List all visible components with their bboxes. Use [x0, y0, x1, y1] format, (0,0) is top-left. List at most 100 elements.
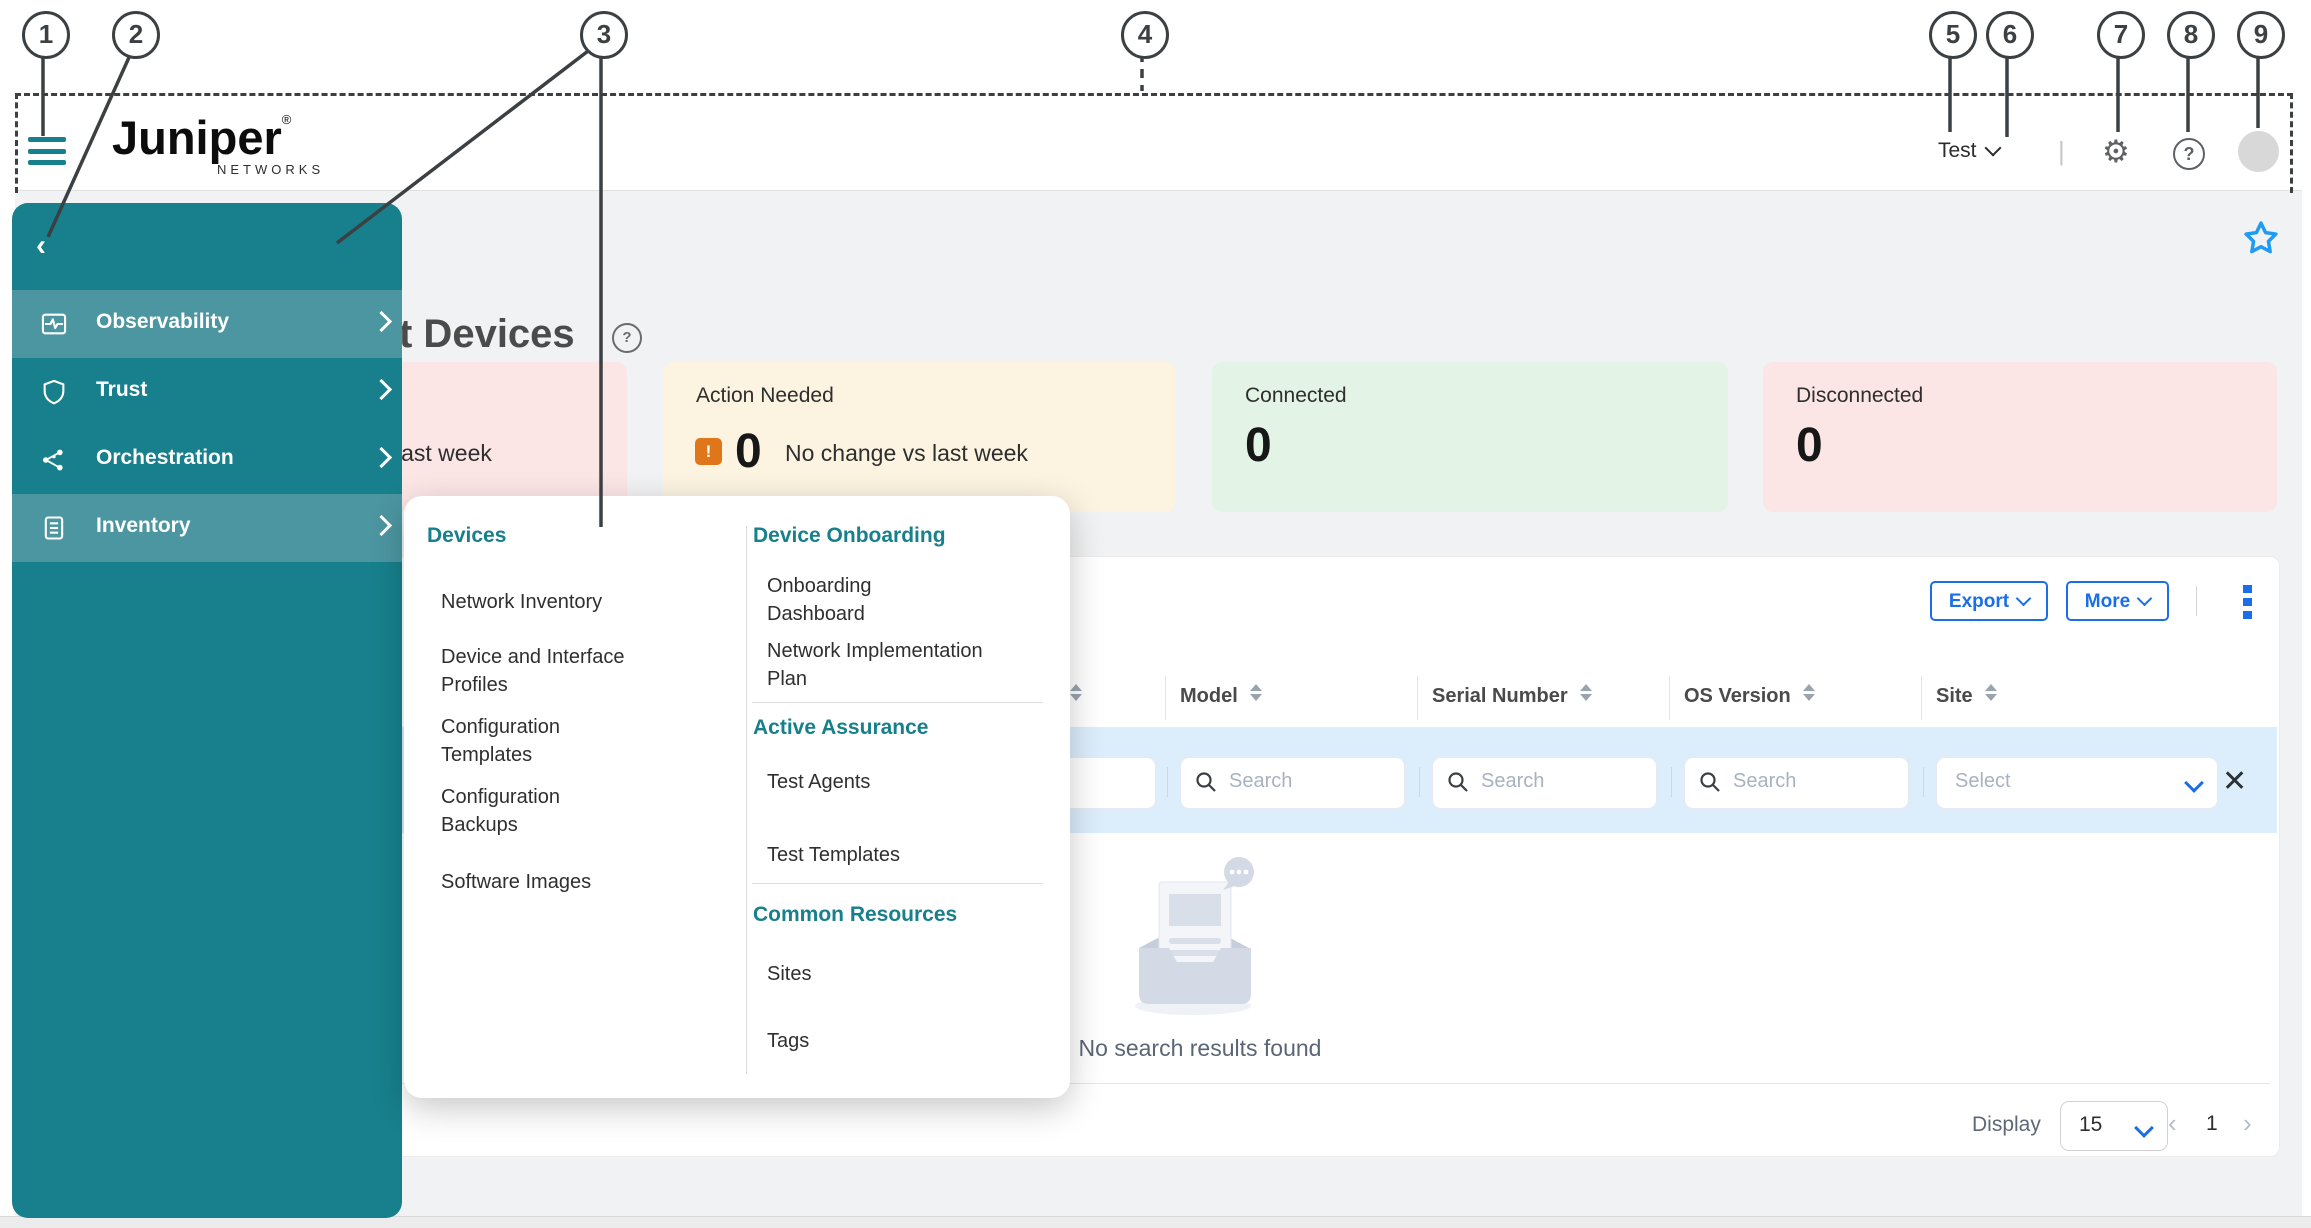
shield-icon — [43, 379, 65, 405]
flyout-item-onboarding-dashboard[interactable]: Onboarding Dashboard — [767, 572, 932, 628]
column-header-serial-number[interactable]: Serial Number — [1432, 684, 1592, 708]
flyout-header-device-onboarding[interactable]: Device Onboarding — [753, 524, 946, 548]
column-divider — [1921, 676, 1922, 720]
display-label: Display — [1972, 1113, 2041, 1136]
prev-page-button[interactable]: ‹ — [2168, 1108, 2177, 1139]
flyout-header-active-assurance[interactable]: Active Assurance — [753, 716, 928, 740]
registered-mark: ® — [281, 112, 292, 127]
flyout-item-software-images[interactable]: Software Images — [441, 868, 691, 896]
callout-2: 2 — [112, 11, 160, 59]
column-header-hidden-sort[interactable] — [1070, 684, 1082, 707]
settings-gear-icon[interactable]: ⚙ — [2102, 135, 2130, 169]
hamburger-menu-icon[interactable] — [28, 137, 66, 165]
search-placeholder: Search — [1481, 770, 1545, 792]
sidebar-item-label: Orchestration — [96, 446, 234, 469]
empty-state-message: No search results found — [1078, 1035, 1322, 1061]
search-input-hidden-column[interactable] — [1062, 757, 1156, 809]
empty-state-illustration — [1135, 857, 1254, 1015]
callout-8: 8 — [2167, 11, 2215, 59]
column-header-model[interactable]: Model — [1180, 684, 1262, 708]
hidden-card-fragment: last week — [396, 440, 492, 466]
flyout-column-divider — [746, 526, 747, 1074]
search-placeholder: Search — [1733, 770, 1797, 792]
sort-icon[interactable] — [1579, 684, 1592, 701]
sort-icon[interactable] — [1249, 684, 1262, 701]
filter-separator — [1419, 767, 1420, 797]
inventory-icon — [44, 516, 64, 540]
org-chevron-down-icon[interactable] — [1984, 139, 2002, 157]
more-chevron-down-icon — [2136, 590, 2153, 607]
juniper-wordmark: Juniper — [112, 111, 282, 164]
chevron-right-icon — [370, 446, 393, 469]
warning-icon: ! — [695, 438, 722, 465]
header-separator: | — [2058, 136, 2065, 166]
search-input-model[interactable]: Search — [1180, 757, 1405, 809]
next-page-button[interactable]: › — [2243, 1108, 2252, 1139]
search-placeholder: Search — [1229, 770, 1293, 792]
sidebar-item-observability[interactable]: Observability — [12, 290, 402, 358]
org-switcher[interactable]: Test — [1938, 139, 2002, 163]
flyout-item-test-agents[interactable]: Test Agents — [767, 768, 997, 796]
filter-separator — [1923, 767, 1924, 797]
action-needed-count: 0 — [735, 425, 762, 478]
column-divider — [1417, 676, 1418, 720]
flyout-section-divider — [752, 702, 1043, 703]
kebab-menu-icon[interactable] — [2243, 585, 2252, 619]
page-size-select[interactable]: 15 — [2060, 1101, 2168, 1151]
sidebar-item-trust[interactable]: Trust — [12, 358, 402, 426]
callout-3: 3 — [580, 11, 628, 59]
chevron-right-icon — [370, 378, 393, 401]
flyout-item-tags[interactable]: Tags — [767, 1027, 997, 1055]
callout-7: 7 — [2097, 11, 2145, 59]
search-input-serial-number[interactable]: Search — [1432, 757, 1657, 809]
orchestration-icon — [43, 449, 63, 471]
sort-icon[interactable] — [1984, 684, 1997, 701]
sort-icon[interactable] — [1802, 684, 1815, 701]
flyout-item-test-templates[interactable]: Test Templates — [767, 841, 997, 869]
connected-count: 0 — [1245, 419, 1272, 472]
column-header-site[interactable]: Site — [1936, 684, 1997, 708]
site-select-dropdown[interactable]: Select — [1936, 757, 2218, 809]
sidebar: ‹ Observability Trust Orchestration Inve… — [12, 203, 402, 1218]
clear-filters-icon[interactable]: ✕ — [2222, 764, 2247, 799]
action-needed-delta: No change vs last week — [785, 440, 1028, 466]
favorite-star-icon[interactable] — [2242, 219, 2280, 257]
page-size-chevron-down-icon — [2134, 1118, 2154, 1138]
flyout-item-configuration-backups[interactable]: Configuration Backups — [441, 783, 631, 839]
flyout-header-common-resources[interactable]: Common Resources — [753, 903, 957, 927]
flyout-item-configuration-templates[interactable]: Configuration Templates — [441, 713, 631, 769]
more-button[interactable]: More — [2066, 581, 2169, 621]
select-placeholder: Select — [1955, 770, 2011, 792]
search-input-os-version[interactable]: Search — [1684, 757, 1909, 809]
juniper-logo: Juniper® NETWORKS — [112, 112, 372, 188]
column-divider — [1165, 676, 1166, 720]
action-needed-title: Action Needed — [696, 384, 834, 407]
export-button[interactable]: Export — [1930, 581, 2048, 621]
org-label: Test — [1938, 139, 1977, 162]
flyout-item-network-implementation-plan[interactable]: Network Implementation Plan — [767, 637, 997, 693]
sidebar-item-inventory[interactable]: Inventory — [12, 494, 402, 562]
flyout-section-divider — [752, 883, 1043, 884]
column-header-os-version[interactable]: OS Version — [1684, 684, 1815, 708]
sort-icon[interactable] — [1070, 684, 1082, 701]
toolbar-separator — [2196, 586, 2197, 616]
screenshot-root: Juniper® NETWORKS Test | ⚙ ? t Devices ?… — [0, 0, 2311, 1228]
sidebar-collapse-icon[interactable]: ‹ — [36, 231, 46, 261]
column-divider — [1669, 676, 1670, 720]
disconnected-title: Disconnected — [1796, 384, 1924, 407]
summary-card-disconnected: Disconnected 0 — [1763, 362, 2277, 512]
sidebar-item-label: Trust — [96, 378, 148, 401]
flyout-item-device-interface-profiles[interactable]: Device and Interface Profiles — [441, 643, 691, 699]
flyout-item-network-inventory[interactable]: Network Inventory — [441, 588, 691, 616]
page-title-help-icon[interactable]: ? — [612, 323, 642, 353]
help-icon[interactable]: ? — [2173, 138, 2205, 170]
summary-card-connected: Connected 0 — [1212, 362, 1728, 512]
chevron-right-icon — [370, 514, 393, 537]
summary-card-action-needed: Action Needed ! 0 No change vs last week — [663, 362, 1175, 512]
page-title: t Devices — [399, 312, 575, 356]
sidebar-item-orchestration[interactable]: Orchestration — [12, 426, 402, 494]
flyout-item-sites[interactable]: Sites — [767, 960, 997, 988]
user-avatar[interactable] — [2238, 131, 2279, 172]
callout-6: 6 — [1986, 11, 2034, 59]
flyout-header-devices[interactable]: Devices — [427, 524, 506, 548]
